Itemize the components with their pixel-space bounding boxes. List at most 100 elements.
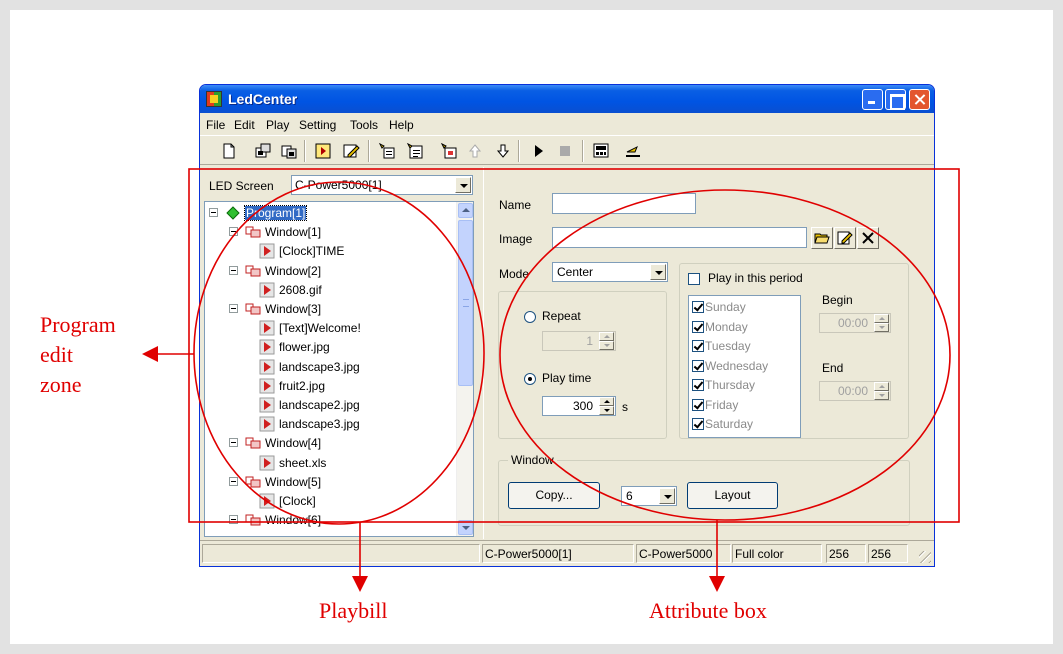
maximize-button[interactable] [885, 89, 906, 110]
collapse-icon[interactable] [229, 438, 238, 448]
day-label: Sunday [705, 300, 746, 314]
program-icon [225, 205, 241, 221]
end-time-value: 00:00 [837, 384, 868, 398]
play-in-period-checkbox[interactable] [688, 273, 700, 285]
collapse-icon[interactable] [229, 265, 238, 275]
window-count-value: 6 [626, 489, 633, 503]
add-item-icon[interactable] [406, 142, 424, 160]
name-input[interactable] [552, 193, 696, 214]
repeat-value: 1 [586, 334, 593, 348]
program-edit-pane: LED Screen C-Power5000[1] Program[1] Wind… [200, 167, 480, 539]
tree-node-label: fruit2.jpg [279, 378, 326, 393]
tree-scrollbar[interactable] [456, 202, 473, 536]
led-screen-value: C-Power5000[1] [295, 178, 382, 192]
status-bar: C-Power5000[1] C-Power5000 Full color 25… [200, 540, 934, 566]
tree-node-label: Window[5] [265, 474, 322, 489]
app-icon [206, 91, 222, 107]
collapse-icon[interactable] [209, 208, 218, 217]
send-icon[interactable] [624, 142, 642, 160]
edit-icon[interactable] [342, 142, 360, 160]
collapse-icon[interactable] [229, 304, 238, 313]
stepper-down-icon[interactable] [599, 406, 614, 415]
repeat-stepper: 1 [542, 331, 616, 351]
layout-button[interactable]: Layout [687, 482, 778, 509]
scroll-down-arrow[interactable] [458, 520, 473, 535]
program-edit-zone-line-1: Program [40, 312, 116, 337]
play-in-period-label: Play in this period [708, 271, 803, 285]
open-image-button[interactable] [811, 227, 833, 249]
name-label: Name [499, 198, 532, 212]
item-play-icon [259, 455, 275, 471]
play-mode-group [498, 291, 667, 439]
led-screen-select[interactable]: C-Power5000[1] [291, 175, 473, 195]
title-bar[interactable]: LedCenter [200, 85, 934, 113]
new-icon[interactable] [220, 142, 238, 160]
menu-help[interactable]: Help [389, 118, 414, 132]
menu-file[interactable]: File [206, 118, 225, 132]
resize-grip[interactable] [919, 551, 931, 563]
window-icon [245, 435, 261, 451]
add-file-icon[interactable] [440, 142, 458, 160]
collapse-icon[interactable] [229, 476, 238, 486]
day-label: Saturday [705, 417, 754, 431]
program-icon[interactable] [314, 142, 332, 160]
collapse-icon[interactable] [229, 227, 238, 237]
stepper-down-icon [874, 323, 889, 332]
attribute-pane: Name Image Mode Center Repeat 1 Play tim… [483, 167, 933, 539]
item-play-icon [259, 359, 275, 375]
playbill-label: Playbill [319, 598, 388, 623]
item-play-icon [259, 493, 275, 509]
tree-node-label: [Clock] [279, 494, 316, 508]
day-checkbox [692, 379, 704, 391]
status-screen: C-Power5000[1] [482, 544, 634, 563]
tree-node-label: landscape2.jpg [279, 398, 360, 412]
minimize-button[interactable] [862, 89, 883, 110]
open-icon[interactable] [254, 142, 272, 160]
playbill-tree[interactable]: Program[1] Window[1] [Clock]TIME Window[2] 2… [204, 201, 474, 537]
close-button[interactable] [909, 89, 930, 110]
window-count-select[interactable]: 6 [621, 486, 677, 506]
play-icon[interactable] [530, 142, 548, 160]
save-icon[interactable] [280, 142, 298, 160]
item-play-icon [259, 339, 275, 355]
status-height: 256 [868, 544, 908, 563]
stepper-up-icon[interactable] [599, 397, 614, 406]
chevron-down-icon[interactable] [455, 177, 471, 193]
day-checkbox [692, 340, 704, 352]
day-checkbox [692, 301, 704, 313]
play-time-stepper[interactable]: 300 [542, 396, 616, 416]
collapse-icon[interactable] [229, 515, 238, 525]
menu-play[interactable]: Play [266, 118, 289, 132]
tree-node-label: [Text]Welcome! [279, 321, 361, 336]
scroll-up-arrow[interactable] [458, 203, 473, 218]
repeat-radio[interactable] [524, 311, 536, 323]
play-time-radio[interactable] [524, 373, 536, 385]
folder-open-icon [814, 233, 830, 244]
chevron-down-icon[interactable] [650, 264, 666, 280]
menu-setting[interactable]: Setting [299, 118, 336, 132]
copy-button[interactable]: Copy... [508, 482, 600, 509]
menu-tools[interactable]: Tools [350, 118, 378, 132]
stepper-up-icon [874, 382, 889, 391]
screen-icon[interactable] [592, 142, 610, 160]
toolbar [200, 135, 934, 165]
window-icon [245, 474, 261, 490]
item-play-icon [259, 397, 275, 413]
chevron-down-icon[interactable] [659, 488, 675, 504]
item-play-icon [259, 320, 275, 336]
mode-select[interactable]: Center [552, 262, 668, 282]
add-window-icon[interactable] [378, 142, 396, 160]
window-icon [245, 263, 261, 279]
item-play-icon [259, 243, 275, 259]
tree-node-label: [Clock]TIME [279, 244, 345, 259]
move-down-icon[interactable] [494, 142, 512, 160]
program-edit-zone-label: Program edit zone [40, 310, 116, 400]
image-input[interactable] [552, 227, 807, 248]
scroll-thumb[interactable] [458, 220, 473, 386]
menu-edit[interactable]: Edit [234, 118, 255, 132]
play-time-unit: s [622, 400, 628, 414]
clear-image-button[interactable] [857, 227, 879, 249]
edit-image-button[interactable] [834, 227, 856, 249]
tree-node-label: flower.jpg [279, 340, 330, 355]
move-up-icon [466, 142, 484, 160]
